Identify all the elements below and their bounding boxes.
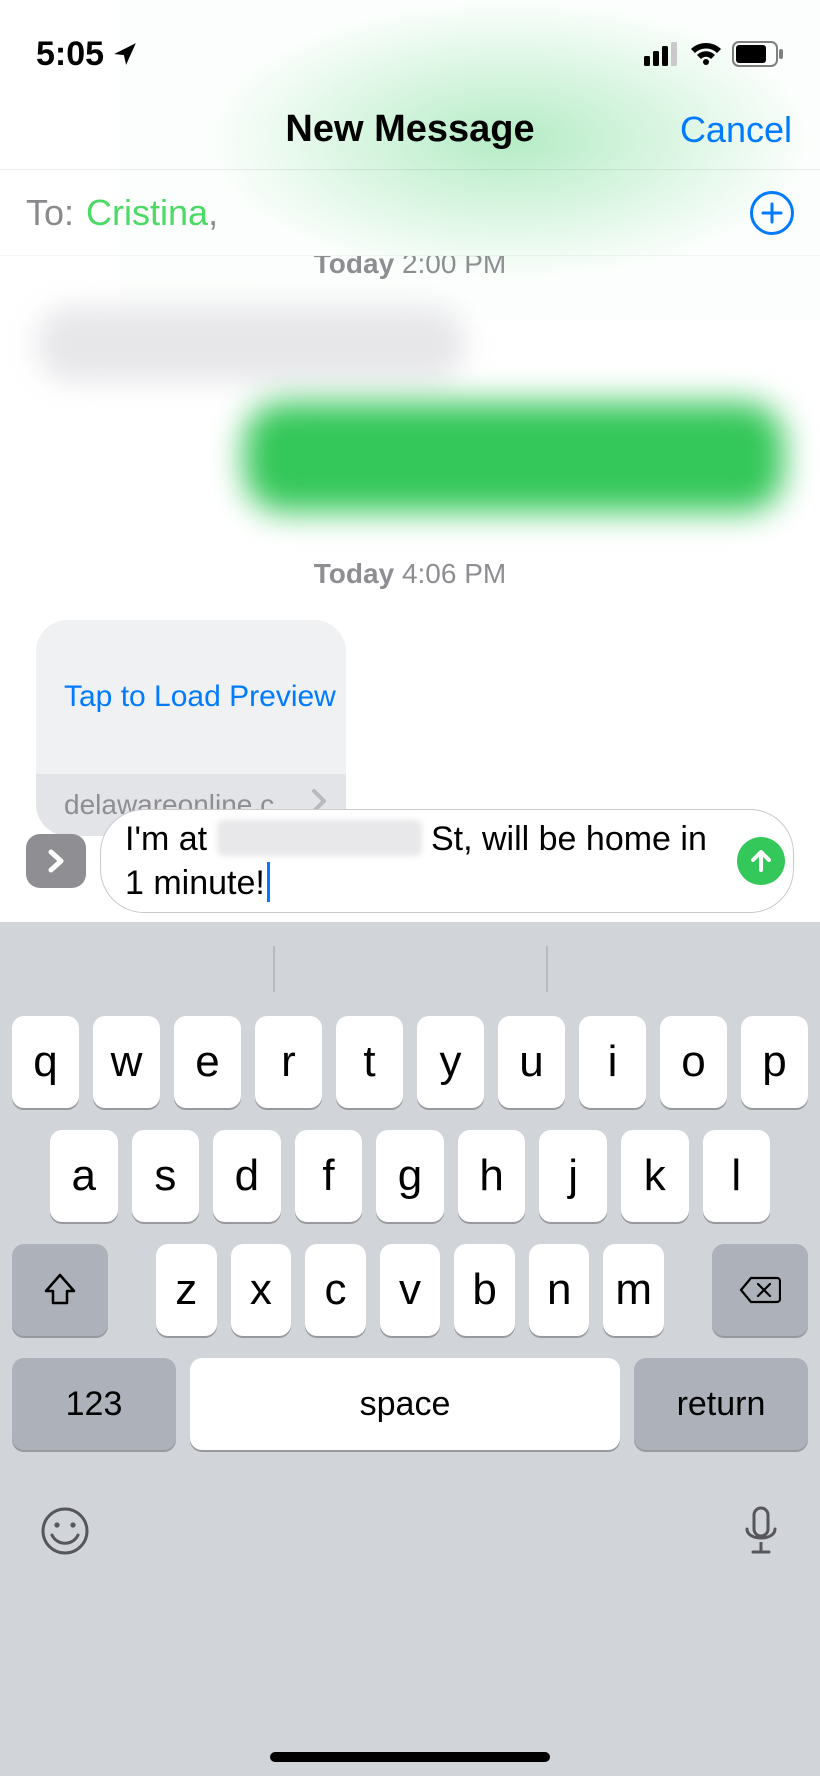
to-label: To: — [26, 192, 74, 234]
key-w[interactable]: w — [93, 1016, 160, 1108]
suggestion-bar[interactable] — [0, 922, 820, 1016]
key-m[interactable]: m — [603, 1244, 664, 1336]
keyboard-bottom-row — [0, 1472, 820, 1590]
expand-button[interactable] — [26, 834, 86, 888]
key-f[interactable]: f — [295, 1130, 363, 1222]
key-j[interactable]: j — [539, 1130, 607, 1222]
key-z[interactable]: z — [156, 1244, 217, 1336]
key-u[interactable]: u — [498, 1016, 565, 1108]
key-q[interactable]: q — [12, 1016, 79, 1108]
key-c[interactable]: c — [305, 1244, 366, 1336]
nav-bar: New Message Cancel — [0, 90, 820, 170]
thread-timestamp: Today 4:06 PM — [0, 558, 820, 590]
key-p[interactable]: p — [741, 1016, 808, 1108]
cell-signal-icon — [644, 42, 680, 66]
composer-bar: I'm at St, will be home in 1 minute! — [0, 800, 820, 922]
status-bar: 5:05 — [0, 0, 820, 90]
suggestion-separator — [273, 946, 275, 992]
key-h[interactable]: h — [458, 1130, 526, 1222]
key-o[interactable]: o — [660, 1016, 727, 1108]
battery-icon — [732, 41, 784, 67]
key-a[interactable]: a — [50, 1130, 118, 1222]
key-y[interactable]: y — [417, 1016, 484, 1108]
to-comma: , — [208, 192, 218, 234]
message-input-text: I'm at St, will be home in 1 minute! — [125, 817, 721, 905]
key-row-3: z x c v b n m — [0, 1244, 820, 1336]
chevron-right-icon — [46, 848, 66, 874]
key-i[interactable]: i — [579, 1016, 646, 1108]
key-d[interactable]: d — [213, 1130, 281, 1222]
incoming-message-redacted — [36, 306, 466, 382]
key-x[interactable]: x — [231, 1244, 292, 1336]
redacted-text — [217, 820, 422, 856]
to-recipient[interactable]: Cristina — [86, 192, 208, 234]
key-g[interactable]: g — [376, 1130, 444, 1222]
wifi-icon — [690, 42, 722, 66]
cancel-button[interactable]: Cancel — [680, 109, 792, 151]
microphone-icon — [742, 1505, 780, 1557]
dictation-button[interactable] — [742, 1505, 780, 1557]
key-v[interactable]: v — [380, 1244, 441, 1336]
key-return[interactable]: return — [634, 1358, 808, 1450]
location-arrow-icon — [112, 41, 138, 67]
key-k[interactable]: k — [621, 1130, 689, 1222]
key-b[interactable]: b — [454, 1244, 515, 1336]
backspace-icon — [739, 1275, 781, 1305]
key-e[interactable]: e — [174, 1016, 241, 1108]
key-numbers[interactable]: 123 — [12, 1358, 176, 1450]
key-l[interactable]: l — [703, 1130, 771, 1222]
key-row-2: a s d f g h j k l — [0, 1130, 820, 1222]
page-title: New Message — [285, 108, 534, 151]
outgoing-message-redacted — [244, 402, 784, 512]
send-button[interactable] — [737, 837, 785, 885]
key-row-1: q w e r t y u i o p — [0, 1016, 820, 1108]
shift-icon — [42, 1273, 78, 1307]
home-indicator[interactable] — [270, 1752, 550, 1762]
plus-icon — [760, 201, 784, 225]
key-space[interactable]: space — [190, 1358, 620, 1450]
text-cursor — [267, 862, 270, 902]
to-field[interactable]: To: Cristina, — [0, 170, 820, 256]
key-shift[interactable] — [12, 1244, 108, 1336]
key-t[interactable]: t — [336, 1016, 403, 1108]
emoji-button[interactable] — [40, 1506, 90, 1556]
message-input[interactable]: I'm at St, will be home in 1 minute! — [100, 809, 794, 913]
suggestion-separator — [546, 946, 548, 992]
add-contact-button[interactable] — [750, 191, 794, 235]
emoji-icon — [40, 1506, 90, 1556]
status-time: 5:05 — [36, 35, 104, 74]
key-s[interactable]: s — [132, 1130, 200, 1222]
key-row-4: 123 space return — [0, 1358, 820, 1450]
keyboard: q w e r t y u i o p a s d f g h j k l — [0, 922, 820, 1776]
arrow-up-icon — [748, 848, 774, 874]
prior-timestamp: Today 2:00 PM — [0, 256, 820, 280]
key-n[interactable]: n — [529, 1244, 590, 1336]
key-backspace[interactable] — [712, 1244, 808, 1336]
key-r[interactable]: r — [255, 1016, 322, 1108]
link-preview-cta[interactable]: Tap to Load Preview — [36, 620, 346, 774]
